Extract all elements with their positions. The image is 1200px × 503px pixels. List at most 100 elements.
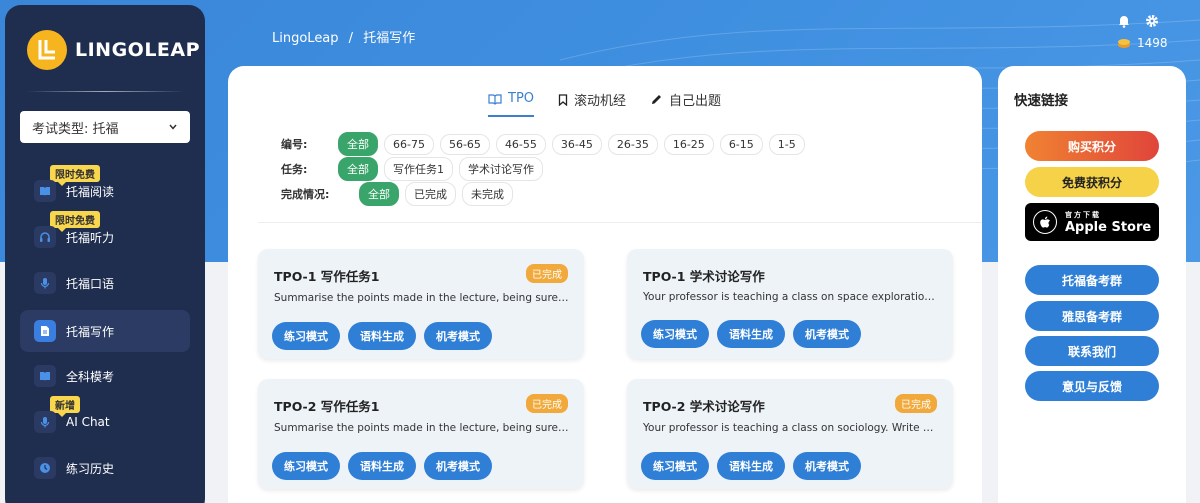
- tab-bar: TPO 滚动机经 自己出题: [488, 90, 721, 117]
- buy-points-button[interactable]: 购买积分: [1025, 131, 1159, 161]
- sidebar-item-mock-exam[interactable]: 全科模考: [20, 355, 190, 397]
- sidebar: LINGOLEAP 考试类型: 托福 限时免费 托福阅读 限时免费 托福听力 托…: [5, 5, 205, 503]
- practice-mode-button[interactable]: 练习模式: [641, 452, 709, 480]
- filter-chip[interactable]: 26-35: [607, 133, 658, 155]
- tab-tpo[interactable]: TPO: [488, 90, 535, 117]
- filter-chip[interactable]: 已完成: [405, 182, 456, 206]
- practice-mode-button[interactable]: 练习模式: [272, 452, 340, 480]
- free-points-button[interactable]: 免费获积分: [1025, 167, 1159, 197]
- exam-mode-button[interactable]: 机考模式: [793, 320, 861, 348]
- sidebar-item-writing[interactable]: 托福写作: [20, 310, 190, 352]
- breadcrumb-home[interactable]: LingoLeap: [272, 31, 339, 46]
- sidebar-item-label: 托福写作: [66, 324, 115, 339]
- chevron-down-icon: [169, 124, 177, 130]
- logo-icon: [27, 30, 67, 70]
- filter-chip[interactable]: 学术讨论写作: [459, 157, 543, 181]
- filter-chip[interactable]: 未完成: [462, 182, 513, 206]
- sidebar-item-ai-chat[interactable]: AI Chat: [20, 401, 190, 443]
- card-title: TPO-2 学术讨论写作: [643, 399, 765, 414]
- practice-mode-button[interactable]: 练习模式: [272, 322, 340, 350]
- task-card[interactable]: TPO-1 写作任务1 已完成 Summarise the points mad…: [258, 249, 584, 359]
- sidebar-item-label: 全科模考: [66, 369, 115, 384]
- corpus-generate-button[interactable]: 语料生成: [717, 320, 785, 348]
- filter-status: 完成情况: 全部 已完成 未完成: [281, 182, 519, 206]
- filter-chip[interactable]: 全部: [338, 157, 378, 181]
- sidebar-item-history[interactable]: 练习历史: [20, 447, 190, 489]
- card-description: Summarise the points made in the lecture…: [274, 422, 570, 434]
- quick-links-title: 快速链接: [1014, 93, 1068, 109]
- apple-store-subtitle: 官方下载: [1065, 210, 1101, 219]
- filter-chip[interactable]: 全部: [338, 132, 378, 156]
- task-card[interactable]: TPO-2 写作任务1 已完成 Summarise the points mad…: [258, 379, 584, 489]
- breadcrumb-separator: /: [348, 31, 354, 46]
- brand-name: LINGOLEAP: [75, 39, 201, 61]
- tab-label: 自己出题: [669, 94, 722, 109]
- task-card[interactable]: TPO-1 学术讨论写作 Your professor is teaching …: [627, 249, 953, 359]
- toefl-group-button[interactable]: 托福备考群: [1025, 265, 1159, 295]
- task-card[interactable]: TPO-2 学术讨论写作 已完成 Your professor is teach…: [627, 379, 953, 489]
- sidebar-item-listening[interactable]: 托福听力: [20, 216, 190, 258]
- tab-label: TPO: [508, 91, 535, 106]
- gear-icon[interactable]: [1145, 14, 1159, 28]
- filter-chip[interactable]: 6-15: [719, 133, 763, 155]
- exam-mode-button[interactable]: 机考模式: [793, 452, 861, 480]
- corpus-generate-button[interactable]: 语料生成: [348, 452, 416, 480]
- sidebar-item-speaking[interactable]: 托福口语: [20, 262, 190, 304]
- filter-chip[interactable]: 56-65: [439, 133, 490, 155]
- tab-custom-questions[interactable]: 自己出题: [650, 90, 721, 117]
- sidebar-item-label: AI Chat: [66, 415, 110, 429]
- card-description: Summarise the points made in the lecture…: [274, 292, 570, 304]
- divider: [25, 91, 185, 92]
- bell-icon[interactable]: [1117, 14, 1131, 28]
- sidebar-item-reading[interactable]: 托福阅读: [20, 170, 190, 212]
- apple-store-label: Apple Store: [1065, 219, 1152, 235]
- breadcrumb: LingoLeap / 托福写作: [272, 27, 421, 46]
- document-icon: [34, 320, 56, 342]
- header-actions: 1498: [1117, 14, 1177, 50]
- filter-chip[interactable]: 36-45: [551, 133, 602, 155]
- status-badge: 已完成: [526, 264, 568, 283]
- filter-chip[interactable]: 46-55: [495, 133, 546, 155]
- card-description: Your professor is teaching a class on so…: [643, 422, 939, 434]
- filter-chip[interactable]: 1-5: [768, 133, 805, 155]
- practice-mode-button[interactable]: 练习模式: [641, 320, 709, 348]
- apple-store-button[interactable]: 官方下载 Apple Store: [1025, 203, 1159, 241]
- card-title: TPO-2 写作任务1: [274, 399, 380, 414]
- filter-chip[interactable]: 写作任务1: [384, 157, 453, 181]
- open-book-icon: [488, 93, 502, 105]
- sidebar-item-label: 托福听力: [66, 230, 115, 245]
- exam-mode-button[interactable]: 机考模式: [424, 452, 492, 480]
- feedback-button[interactable]: 意见与反馈: [1025, 371, 1159, 401]
- card-description: Your professor is teaching a class on sp…: [643, 291, 939, 303]
- breadcrumb-current: 托福写作: [363, 31, 416, 46]
- filter-chip[interactable]: 16-25: [663, 133, 714, 155]
- sidebar-item-label: 托福口语: [66, 276, 115, 291]
- points-display: 1498: [1117, 36, 1177, 50]
- exam-mode-button[interactable]: 机考模式: [424, 322, 492, 350]
- status-badge: 已完成: [526, 394, 568, 413]
- brand-logo[interactable]: LINGOLEAP: [27, 30, 200, 70]
- points-value: 1498: [1137, 36, 1168, 50]
- filter-chip[interactable]: 全部: [359, 182, 399, 206]
- clock-icon: [34, 457, 56, 479]
- filter-task: 任务: 全部 写作任务1 学术讨论写作: [281, 157, 549, 181]
- tab-label: 滚动机经: [574, 94, 627, 109]
- status-badge: 已完成: [895, 394, 937, 413]
- filter-label: 编号:: [281, 138, 308, 151]
- book-icon: [34, 365, 56, 387]
- filter-number: 编号: 全部 66-75 56-65 46-55 36-45 26-35 16-…: [281, 132, 811, 156]
- ielts-group-button[interactable]: 雅思备考群: [1025, 301, 1159, 331]
- corpus-generate-button[interactable]: 语料生成: [348, 322, 416, 350]
- filter-chip[interactable]: 66-75: [384, 133, 434, 155]
- corpus-generate-button[interactable]: 语料生成: [717, 452, 785, 480]
- divider: [258, 222, 982, 223]
- exam-type-select[interactable]: 考试类型: 托福: [20, 111, 190, 143]
- sidebar-item-label: 托福阅读: [66, 184, 115, 199]
- apple-icon: [1033, 210, 1057, 234]
- main-panel: TPO 滚动机经 自己出题 编号: 全部 66-75 56-65 46-55 3…: [228, 66, 982, 503]
- quick-links-panel: 快速链接 购买积分 免费获积分 官方下载 Apple Store 托福备考群 雅…: [998, 66, 1186, 503]
- coin-icon: [1118, 39, 1130, 48]
- microphone-icon: [34, 411, 56, 433]
- tab-rolling-questions[interactable]: 滚动机经: [558, 90, 626, 117]
- contact-us-button[interactable]: 联系我们: [1025, 336, 1159, 366]
